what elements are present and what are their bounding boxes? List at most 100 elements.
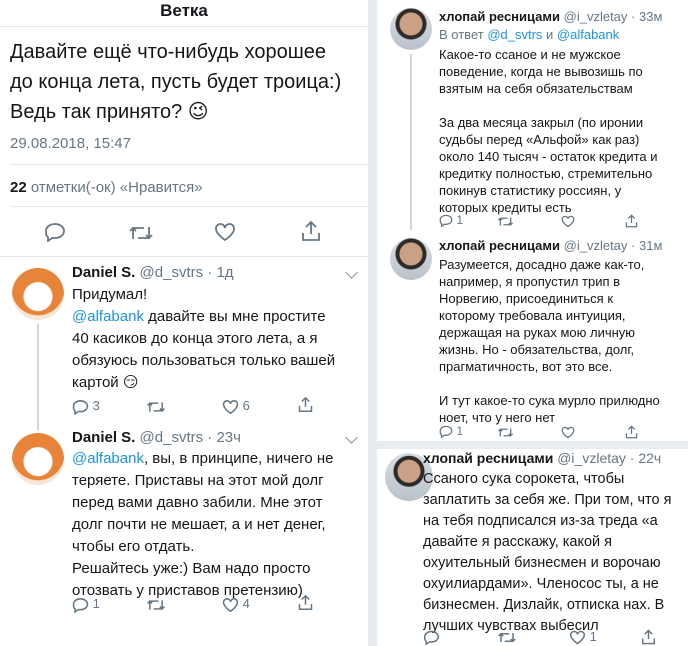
reply-action[interactable]: 1 — [439, 213, 464, 228]
tweet-line: прагматичность, вот это все. — [439, 359, 613, 374]
reply-action[interactable]: 1 — [72, 596, 100, 614]
tweet-time: · 31м — [631, 238, 663, 253]
reply-count: 1 — [456, 213, 464, 227]
chevron-down-icon[interactable] — [345, 431, 358, 444]
main-tweet-line: Давайте ещё что-нибудь хорошее — [10, 41, 327, 63]
likes-stat[interactable]: 22 отметки(-ок) «Нравится» — [10, 179, 203, 196]
share-action[interactable] — [641, 628, 656, 645]
mention-link[interactable]: @alfabank — [72, 450, 144, 467]
tweet-time: · 33м — [631, 9, 663, 24]
retweet-action[interactable] — [146, 596, 166, 613]
retweet-action[interactable] — [497, 629, 517, 645]
mention-link[interactable]: @alfabank — [557, 27, 619, 42]
retweet-icon — [498, 632, 516, 643]
reply-action[interactable]: 1 — [439, 424, 463, 439]
retweet-action[interactable] — [497, 213, 514, 228]
retweet-icon[interactable] — [128, 223, 154, 243]
tweet-line: заплатить за себя же. При том, что я — [423, 492, 672, 508]
like-action[interactable] — [561, 424, 575, 439]
likes-count: 22 — [10, 179, 27, 196]
author-handle[interactable]: @i_vzletay — [557, 450, 626, 466]
tweet-header: хлопай ресницами @i_vzletay · 22ч — [423, 450, 661, 466]
like-action[interactable] — [561, 213, 575, 228]
share-icon[interactable] — [301, 220, 321, 242]
like-icon — [222, 399, 239, 414]
tweet-line: бизнесмен. Дизлайк, отписка нах. В — [423, 597, 665, 613]
retweet-icon — [146, 401, 166, 412]
share-icon — [625, 424, 638, 438]
share-action[interactable] — [298, 594, 313, 611]
reply-icon — [423, 630, 440, 646]
divider — [10, 164, 368, 165]
reply-line: Решайтесь уже:) Вам надо просто — [72, 560, 311, 577]
reply-icon — [439, 215, 453, 228]
tweet-line: около 140 тысяч - остаток кредита и — [439, 149, 658, 164]
tweet-line: держащая на руках мою личную — [439, 325, 636, 340]
tweet-line: Какое-то сcаное и не мужское — [439, 47, 621, 62]
divider — [10, 206, 368, 207]
reply-line: обязуюсь пользоваться только вашей — [72, 352, 336, 369]
author-handle[interactable]: @i_vzletay — [564, 9, 628, 24]
tweet-line: За два месяца закрыл (по иронии — [439, 115, 644, 130]
tweet-text: Какое-то сcаное и не мужское поведение, … — [439, 46, 685, 216]
retweet-icon — [497, 217, 514, 226]
tweet-line — [439, 97, 685, 114]
tweet-line: взятым на себя обязательствам — [439, 81, 633, 96]
author-name[interactable]: Daniel S. — [72, 264, 135, 281]
reply-line: долг почти не мешает, а и нет денег, — [72, 516, 326, 533]
mention-link[interactable]: @d_svtrs — [487, 27, 542, 42]
reply-icon — [72, 597, 89, 614]
tweet-line: покинув статистику россиян, у — [439, 183, 622, 198]
tweet-time: · 1д — [207, 264, 234, 281]
share-icon — [298, 396, 313, 413]
author-name[interactable]: хлопай ресницами — [439, 238, 560, 253]
avatar[interactable] — [390, 8, 432, 50]
like-icon — [570, 630, 585, 645]
thread-line — [410, 54, 412, 230]
retweet-icon — [497, 428, 514, 437]
avatar[interactable] — [12, 268, 64, 320]
thread-panel-left: Ветка Давайте ещё что-нибудь хорошее до … — [0, 0, 368, 646]
reply-text: Придумал! @alfabank давайте вы мне прост… — [72, 284, 362, 394]
retweet-action[interactable] — [497, 424, 514, 439]
like-icon — [561, 426, 575, 439]
author-name[interactable]: хлопай ресницами — [423, 450, 553, 466]
reply-to-and: и — [542, 27, 557, 42]
like-action[interactable]: 6 — [222, 398, 250, 415]
reply-to-prefix: В ответ — [439, 27, 488, 42]
like-action[interactable]: 1 — [569, 629, 597, 645]
tweet-line: жизнь. Но - обязательства, долг, — [439, 342, 635, 357]
reply-icon[interactable] — [44, 222, 66, 242]
tweet-header: хлопай ресницами @i_vzletay · 33м — [439, 9, 662, 24]
tweet-line: И тут какое-то сука мурло прилюдно — [439, 393, 660, 408]
like-count: 1 — [589, 629, 597, 644]
reply-text: @alfabank, вы, в принципе, ничего не тер… — [72, 448, 364, 602]
share-action[interactable] — [625, 212, 638, 228]
reply-action[interactable] — [423, 629, 440, 646]
nav-divider — [0, 26, 368, 27]
author-name[interactable]: Daniel S. — [72, 429, 135, 446]
main-tweet-line: до конца лета, пусть будет троица:) — [10, 71, 342, 93]
tweet-header: хлопай ресницами @i_vzletay · 31м — [439, 238, 662, 253]
tweet-text: Ссаного сука сорокета, чтобы заплатить з… — [423, 469, 688, 637]
avatar[interactable] — [12, 433, 64, 485]
thread-panel-right-top: хлопай ресницами @i_vzletay · 33м В отве… — [377, 0, 688, 441]
retweet-action[interactable] — [146, 398, 166, 415]
share-action[interactable] — [298, 396, 313, 413]
tweet-line: Норвегию, присоединиться к — [439, 291, 614, 306]
author-handle[interactable]: @d_svtrs — [140, 429, 204, 446]
avatar[interactable] — [390, 238, 432, 280]
author-name[interactable]: хлопай ресницами — [439, 9, 560, 24]
reply-line: чтобы его отдать. — [72, 538, 195, 555]
like-action[interactable]: 4 — [222, 596, 250, 613]
mention-link[interactable]: @alfabank — [72, 308, 144, 325]
share-icon — [641, 628, 656, 644]
screenshot-separator-horizontal — [377, 441, 688, 449]
share-action[interactable] — [625, 423, 638, 439]
thread-line — [37, 324, 39, 430]
reply-action[interactable]: 3 — [72, 398, 100, 416]
author-handle[interactable]: @i_vzletay — [564, 238, 628, 253]
author-handle[interactable]: @d_svtrs — [140, 264, 204, 281]
chevron-down-icon[interactable] — [345, 266, 358, 279]
like-icon[interactable] — [214, 222, 236, 242]
